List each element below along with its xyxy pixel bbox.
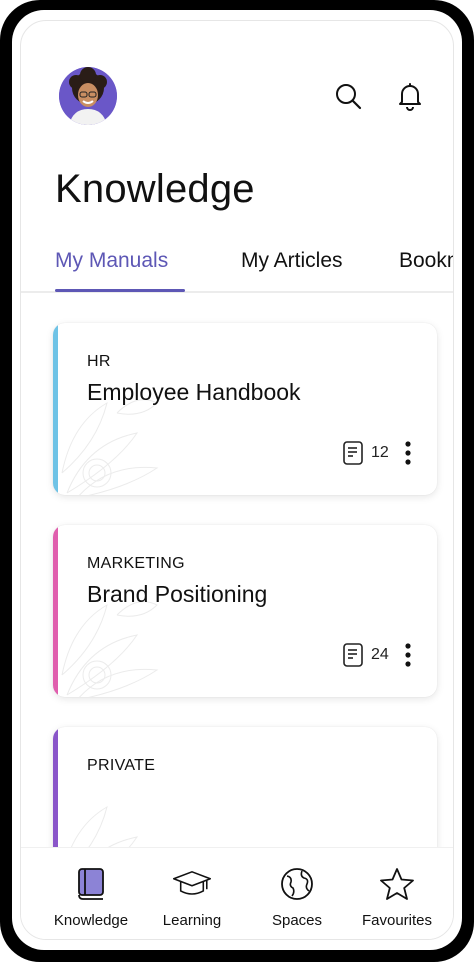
device-screen: Knowledge My Manuals My Articles Bookm: [12, 10, 462, 950]
card-title: Employee Handbook: [87, 379, 301, 405]
user-avatar[interactable]: [59, 67, 117, 125]
manual-card-employee-handbook[interactable]: HR Employee Handbook 12: [53, 323, 437, 495]
notifications-button[interactable]: [395, 81, 425, 111]
more-options-button[interactable]: [399, 439, 417, 467]
nav-label-spaces: Spaces: [271, 912, 323, 929]
document-icon: [343, 643, 363, 667]
book-icon: [71, 864, 111, 904]
nav-item-favourites[interactable]: Favourites: [347, 864, 447, 929]
search-icon: [336, 84, 362, 110]
app-screen: Knowledge My Manuals My Articles Bookm: [20, 20, 454, 940]
page-title: Knowledge: [55, 167, 255, 211]
document-icon: [343, 441, 363, 465]
nav-label-favourites: Favourites: [361, 912, 433, 929]
article-count: 24: [371, 646, 389, 663]
active-tab-indicator: [55, 289, 185, 292]
star-icon: [377, 864, 417, 904]
tab-my-articles[interactable]: My Articles: [241, 249, 343, 273]
article-count: 12: [371, 444, 389, 461]
bottom-navigation: Knowledge Learning Spaces Favourites: [21, 847, 453, 939]
nav-label-knowledge: Knowledge: [53, 912, 129, 929]
card-category: HR: [87, 353, 111, 370]
search-button[interactable]: [333, 81, 363, 111]
nav-item-knowledge[interactable]: Knowledge: [41, 864, 141, 929]
card-category: PRIVATE: [87, 757, 156, 774]
nav-item-learning[interactable]: Learning: [153, 864, 231, 929]
more-vertical-icon: [405, 643, 411, 667]
globe-icon: [277, 864, 317, 904]
more-options-button[interactable]: [399, 641, 417, 669]
card-article-count: 24: [343, 643, 389, 667]
tab-bookmarks[interactable]: Bookm: [399, 249, 453, 273]
graduation-cap-icon: [172, 864, 212, 904]
card-title: Brand Positioning: [87, 581, 268, 607]
tab-my-manuals[interactable]: My Manuals: [55, 249, 168, 273]
card-article-count: 12: [343, 441, 389, 465]
device-frame: Knowledge My Manuals My Articles Bookm: [0, 0, 474, 962]
nav-item-spaces[interactable]: Spaces: [257, 864, 337, 929]
nav-label-learning: Learning: [162, 912, 222, 929]
bell-icon: [399, 83, 421, 111]
more-vertical-icon: [405, 441, 411, 465]
manual-card-brand-positioning[interactable]: MARKETING Brand Positioning 24: [53, 525, 437, 697]
tab-bar: My Manuals My Articles Bookm: [21, 249, 453, 293]
card-category: MARKETING: [87, 555, 185, 572]
